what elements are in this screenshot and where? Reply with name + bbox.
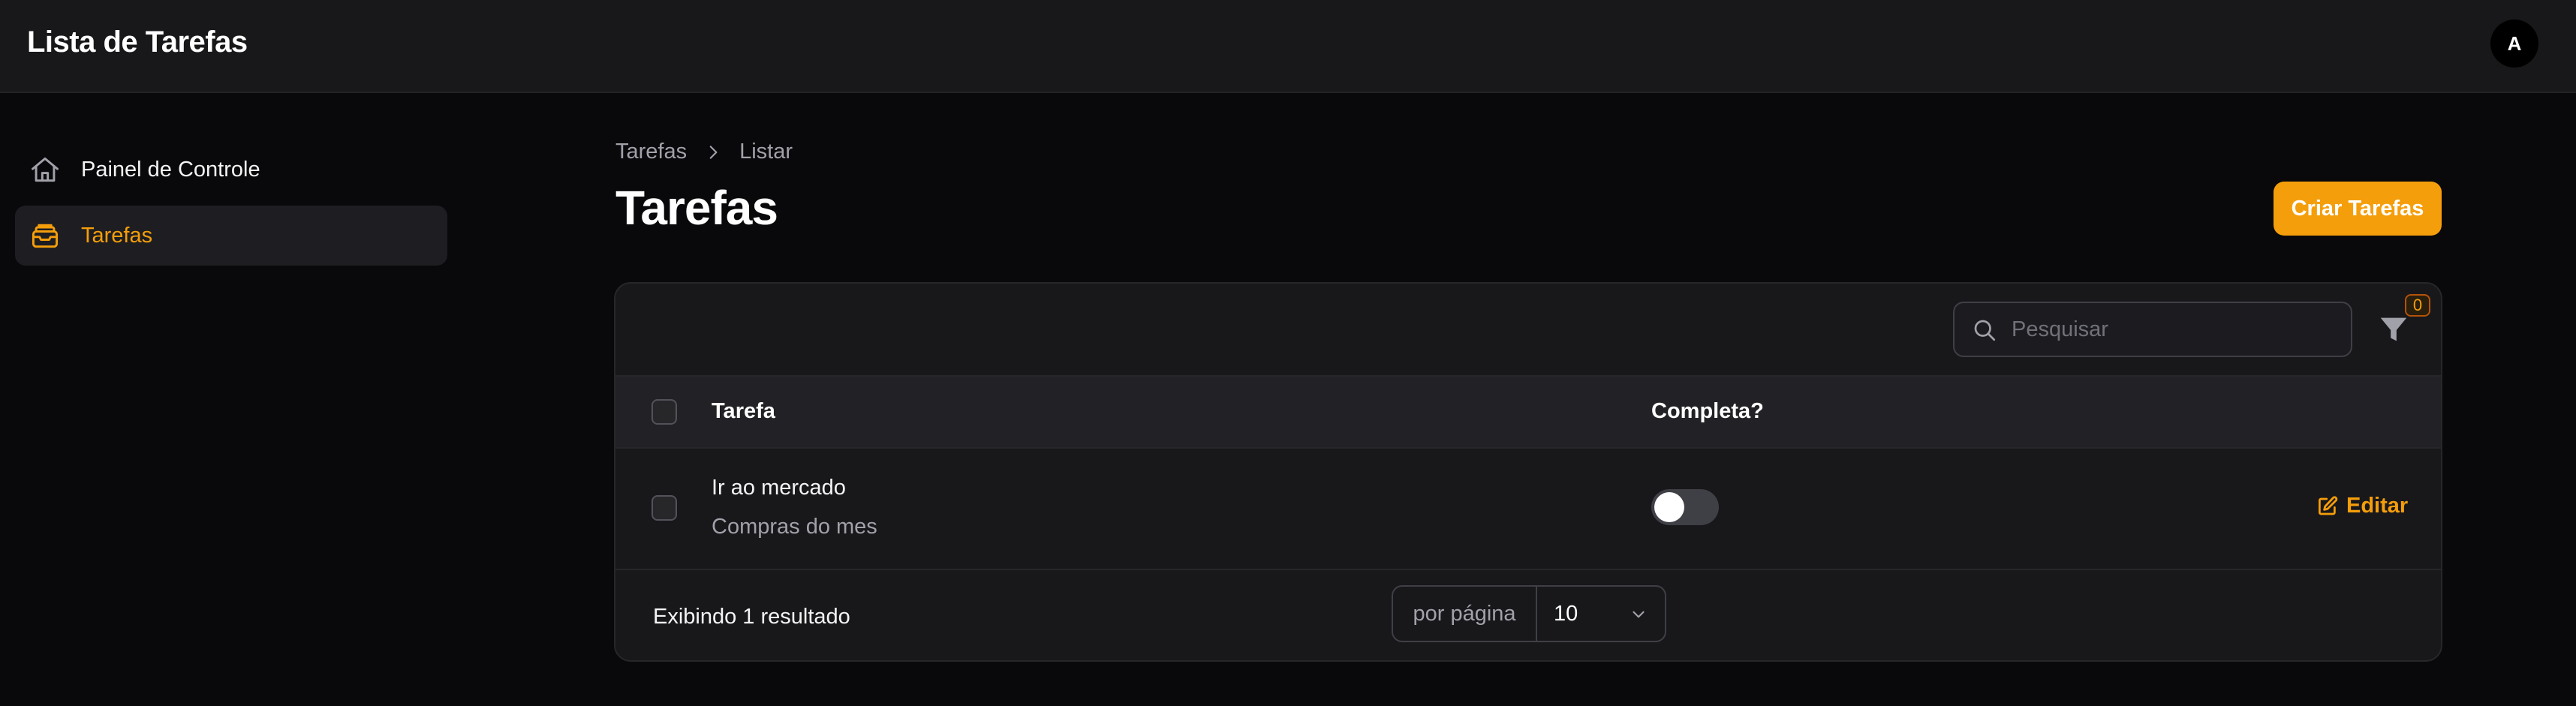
breadcrumb-item-tasks[interactable]: Tarefas <box>615 140 687 164</box>
per-page-value: 10 <box>1554 601 1578 626</box>
edit-button[interactable]: Editar <box>2316 494 2408 518</box>
home-icon <box>32 157 59 182</box>
filter-icon[interactable] <box>2376 312 2411 347</box>
task-title: Ir ao mercado <box>712 476 846 500</box>
top-bar: Lista de Tarefas A <box>0 0 2576 93</box>
page-title: Tarefas <box>615 181 778 235</box>
inbox-stack-icon <box>32 224 59 248</box>
per-page-select[interactable]: 10 <box>1537 587 1665 641</box>
column-header-task[interactable]: Tarefa <box>712 399 775 424</box>
per-page-selector[interactable]: por página 10 <box>1392 585 1666 642</box>
search-icon <box>1974 320 1996 341</box>
per-page-label: por página <box>1393 587 1537 641</box>
row-checkbox[interactable] <box>652 495 677 521</box>
chevron-right-icon <box>709 145 718 159</box>
task-description: Compras do mes <box>712 515 877 539</box>
create-task-button[interactable]: Criar Tarefas <box>2274 182 2442 236</box>
complete-toggle[interactable] <box>1651 489 1719 525</box>
column-header-complete[interactable]: Completa? <box>1651 399 1764 424</box>
toggle-knob <box>1654 492 1684 522</box>
chevron-down-icon <box>1633 611 1645 618</box>
filter-count-badge: 0 <box>2405 294 2430 317</box>
sidebar-item-label: Tarefas <box>81 223 153 248</box>
search-input[interactable] <box>2012 303 2342 356</box>
breadcrumb: Tarefas Listar <box>615 140 793 164</box>
pencil-square-icon <box>2319 495 2338 515</box>
app-title[interactable]: Lista de Tarefas <box>27 26 248 59</box>
edit-label: Editar <box>2346 494 2409 518</box>
user-avatar[interactable]: A <box>2490 20 2538 68</box>
table-header: Tarefa Completa? <box>615 375 2441 449</box>
sidebar-item-dashboard[interactable]: Painel de Controle <box>15 140 447 200</box>
select-all-checkbox[interactable] <box>652 399 677 425</box>
sidebar-item-tasks[interactable]: Tarefas <box>15 206 447 266</box>
tasks-table-card: 0 Tarefa Completa? Ir ao mercado Compras… <box>614 282 2442 662</box>
sidebar-item-label: Painel de Controle <box>81 157 260 182</box>
search-box[interactable] <box>1953 302 2352 357</box>
results-summary: Exibindo 1 resultado <box>653 605 850 629</box>
table-row: Ir ao mercado Compras do mes Editar <box>615 449 2441 570</box>
breadcrumb-item-list[interactable]: Listar <box>739 140 793 164</box>
